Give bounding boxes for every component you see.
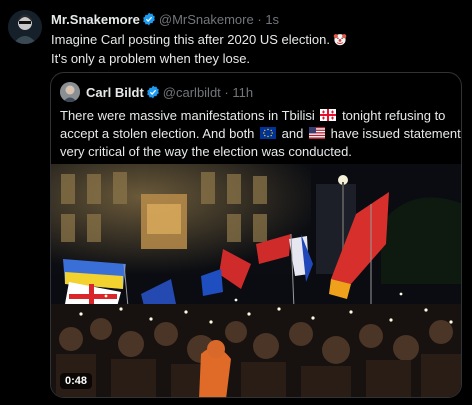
video-player[interactable]: 0:48 xyxy=(51,164,461,397)
quoted-text: There were massive manifestations in Tbi… xyxy=(60,107,461,160)
video-duration: 0:48 xyxy=(60,373,93,389)
author-name[interactable]: Mr.Snakemore xyxy=(51,12,140,27)
author-handle[interactable]: @MrSnakemore xyxy=(159,12,254,27)
tweet-time[interactable]: 1s xyxy=(265,12,279,27)
quoted-text-line-3: very critical of the way the election wa… xyxy=(60,144,352,159)
quoted-header-separator: · xyxy=(224,85,229,100)
quoted-tweet[interactable]: Carl Bildt @carlbildt · 11h There were ma… xyxy=(50,72,462,398)
quoted-author-avatar[interactable] xyxy=(60,82,80,102)
quoted-author-name[interactable]: Carl Bildt xyxy=(86,85,144,100)
tweet-text: Imagine Carl posting this after 2020 US … xyxy=(51,31,461,67)
quoted-text-line-1a: There were massive manifestations in Tbi… xyxy=(60,108,315,123)
tweet[interactable]: Mr.Snakemore @MrSnakemore · 1s Imagine Ca… xyxy=(0,0,472,405)
quoted-text-and: and xyxy=(281,126,304,141)
quoted-header: Carl Bildt @carlbildt · 11h xyxy=(86,85,253,102)
header-separator: · xyxy=(257,12,262,27)
quoted-text-line-2: accept a stolen election. And both xyxy=(60,126,255,141)
tweet-header: Mr.Snakemore @MrSnakemore · 1s xyxy=(51,12,279,28)
tweet-text-line-1: Imagine Carl posting this after 2020 US … xyxy=(51,32,330,47)
verified-badge-icon xyxy=(146,85,160,102)
video-frame-crowd-at-night xyxy=(51,164,461,397)
quoted-author-handle[interactable]: @carlbildt xyxy=(163,85,221,100)
clown-face-icon xyxy=(333,32,347,50)
quoted-text-line-2-end: have issued statements xyxy=(330,126,462,141)
author-avatar[interactable] xyxy=(8,10,42,44)
tweet-text-line-2: It's only a problem when they lose. xyxy=(51,51,251,66)
eu-flag-icon xyxy=(260,126,277,143)
quoted-text-line-1b: tonight refusing to xyxy=(342,108,446,123)
us-flag-icon xyxy=(309,126,325,143)
quoted-tweet-time[interactable]: 11h xyxy=(232,85,253,100)
verified-badge-icon xyxy=(142,12,156,29)
georgia-flag-icon xyxy=(320,108,337,125)
